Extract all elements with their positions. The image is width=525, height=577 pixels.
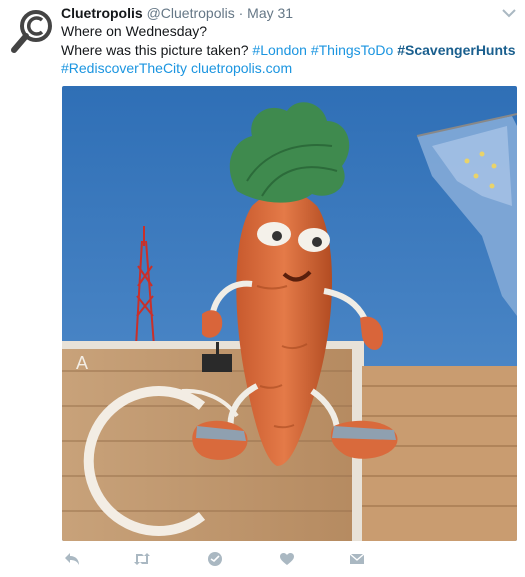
tweet-line-2: Where was this picture taken? #London #T… — [61, 41, 516, 60]
heart-icon[interactable] — [277, 549, 297, 569]
tweet-actions — [62, 549, 382, 571]
reply-icon[interactable] — [62, 549, 82, 569]
envelope-icon[interactable] — [347, 549, 367, 569]
header-separator: · — [238, 5, 244, 21]
hashtag-scavenger-hunts[interactable]: #ScavengerHunts — [397, 42, 515, 58]
tweet-question: Where was this picture taken? — [61, 41, 249, 58]
carrot-sculpture-photo: A — [62, 86, 517, 541]
direct-message-icon[interactable] — [205, 549, 225, 569]
sign-letter: A — [76, 353, 88, 373]
retweet-icon[interactable] — [132, 549, 152, 569]
hashtag-london[interactable]: #London — [252, 42, 307, 58]
magnifying-glass-copyright-icon — [11, 10, 52, 53]
tweet-date[interactable]: May 31 — [247, 5, 293, 21]
tweet-text: Where on Wednesday? Where was this pictu… — [61, 22, 516, 78]
tweet-line-3: #RediscoverTheCity cluetropolis.com — [61, 59, 515, 78]
user-handle[interactable]: @Cluetropolis — [147, 5, 235, 21]
tweet-line-1: Where on Wednesday? — [61, 23, 208, 39]
hashtag-rediscover-the-city[interactable]: #RediscoverTheCity — [61, 60, 187, 76]
tweet: Cluetropolis @Cluetropolis · May 31 Wher… — [0, 0, 525, 577]
chevron-down-icon[interactable] — [501, 6, 517, 18]
tweet-photo[interactable]: A — [62, 86, 517, 541]
display-name[interactable]: Cluetropolis — [61, 5, 143, 21]
hashtag-things-to-do[interactable]: #ThingsToDo — [311, 42, 394, 58]
website-link[interactable]: cluetropolis.com — [191, 60, 292, 76]
tweet-header: Cluetropolis @Cluetropolis · May 31 — [61, 4, 495, 22]
avatar[interactable] — [8, 8, 56, 56]
